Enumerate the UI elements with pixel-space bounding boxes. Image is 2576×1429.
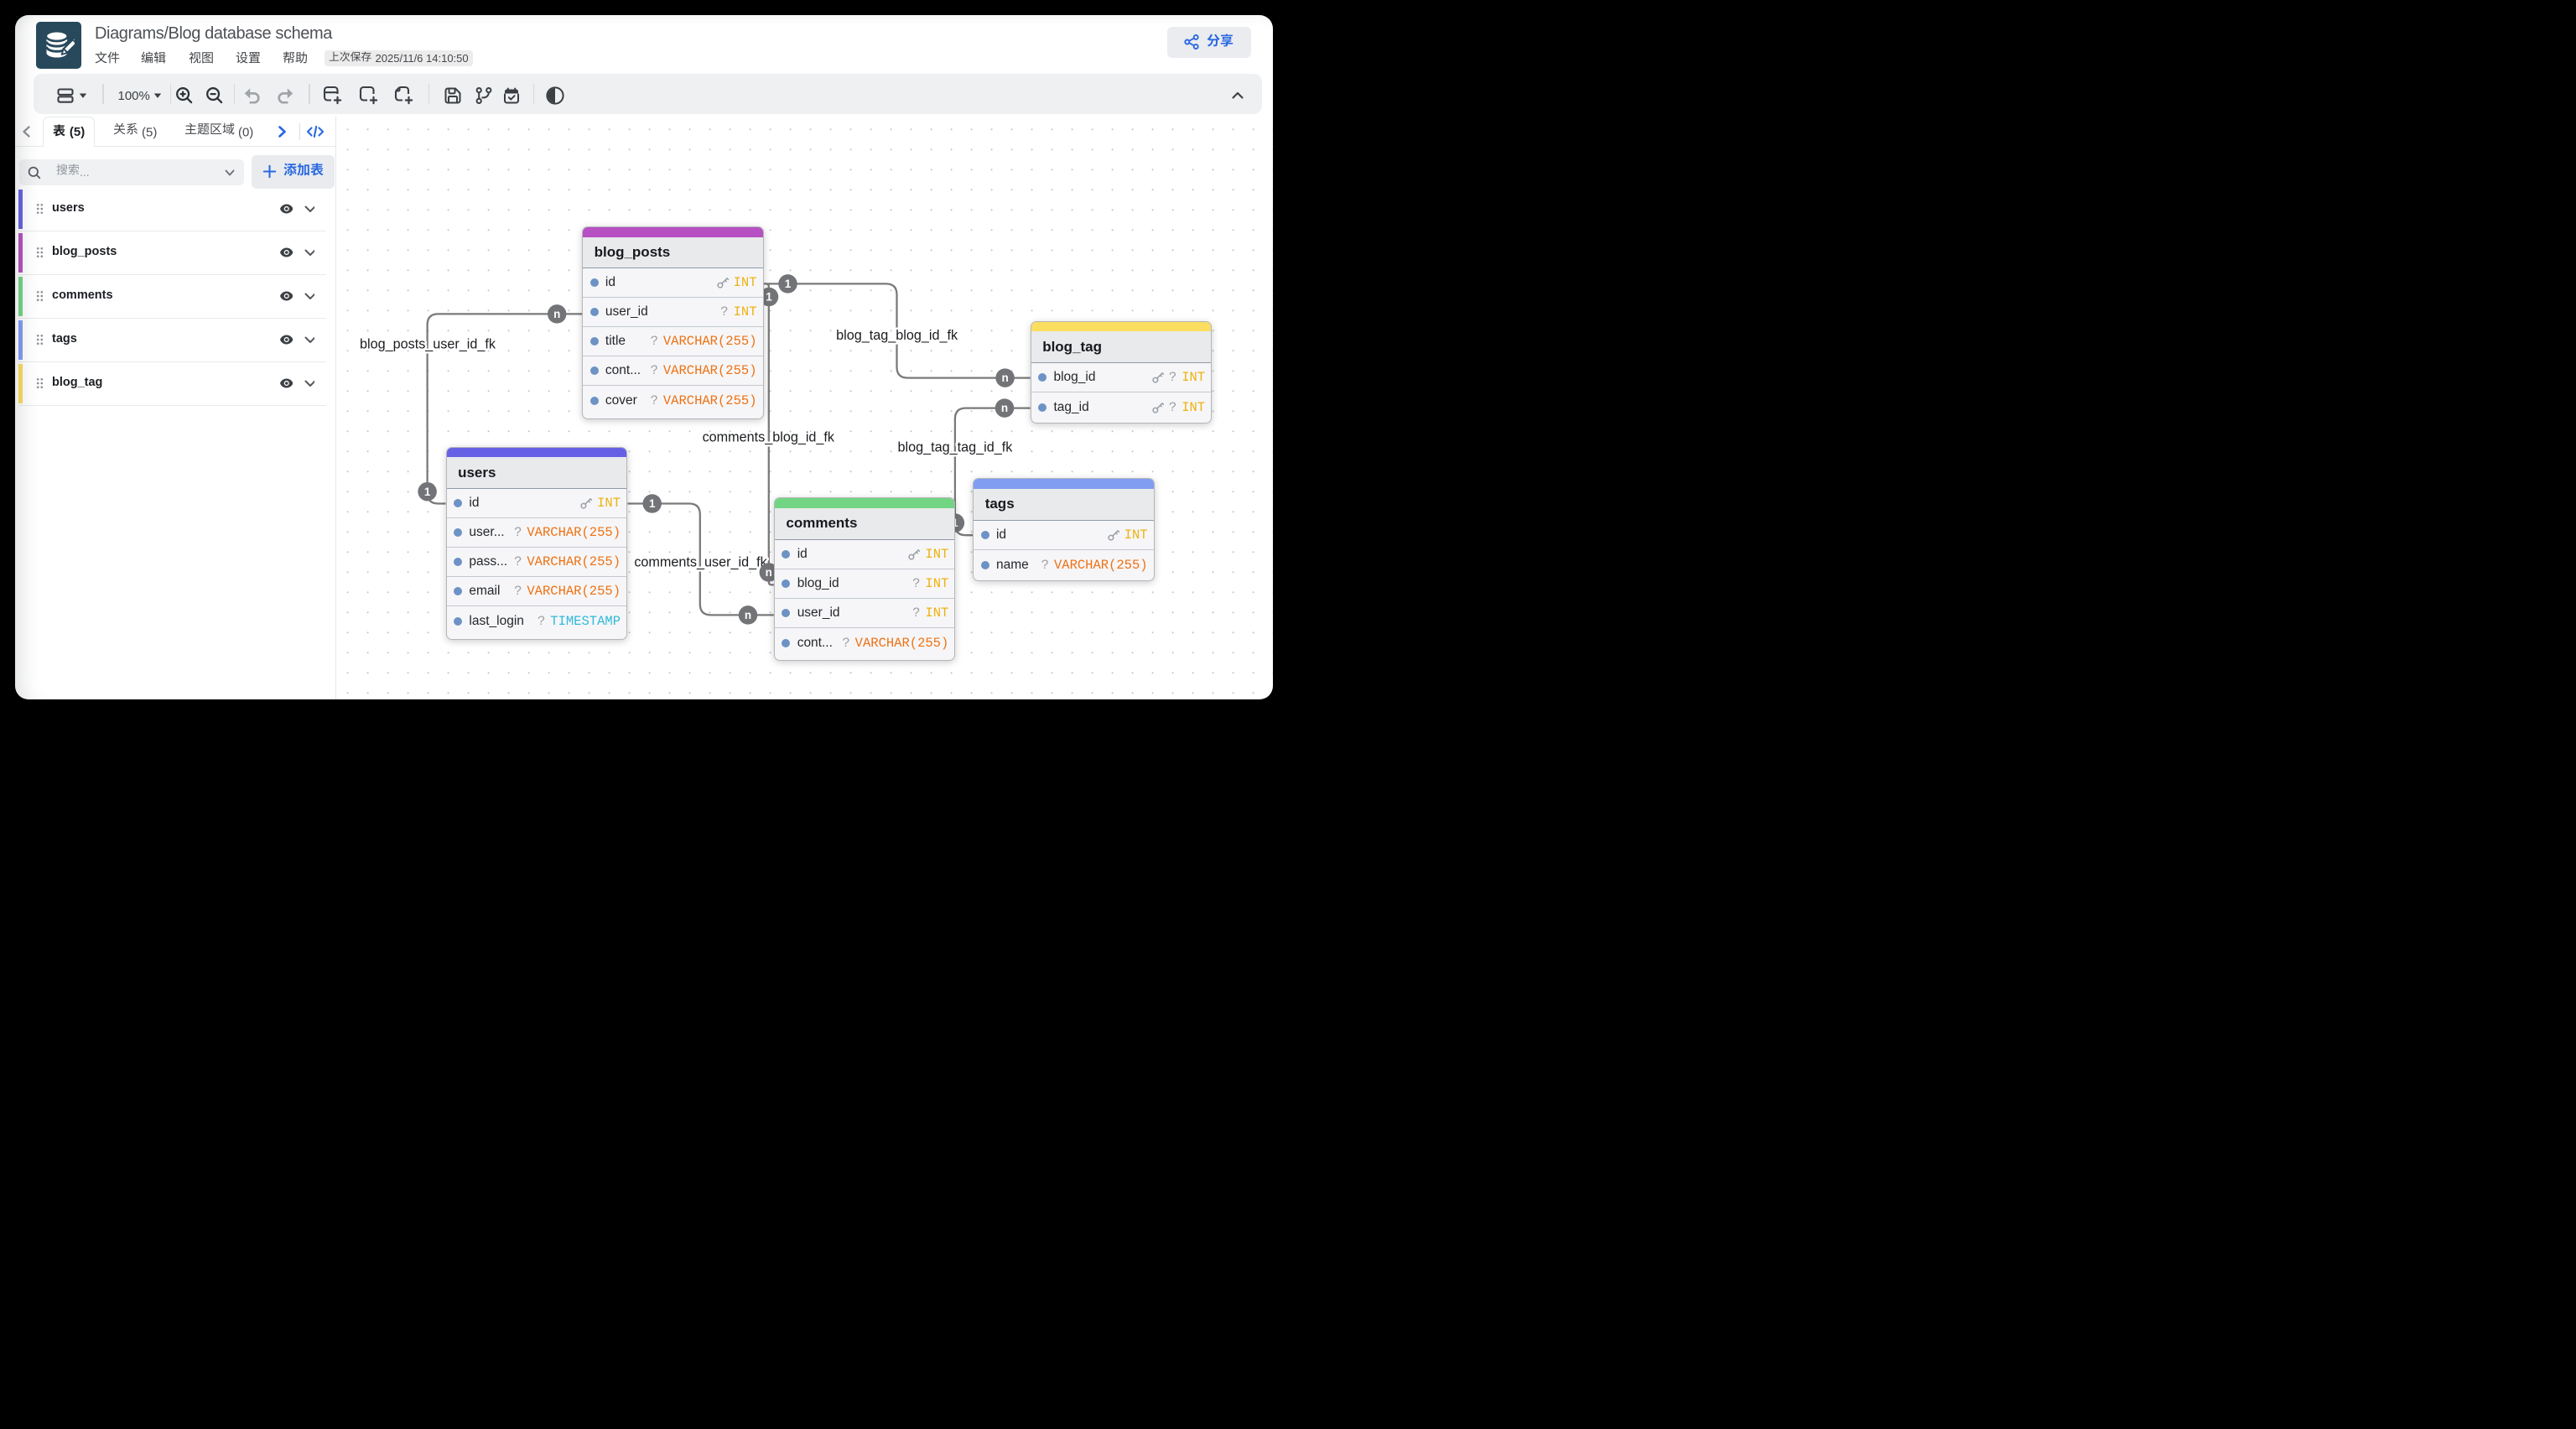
svg-text:1: 1 (785, 278, 792, 290)
svg-text:blog_posts_user_id_fk: blog_posts_user_id_fk (360, 337, 496, 352)
svg-text:1: 1 (766, 291, 772, 304)
svg-text:1: 1 (424, 486, 431, 498)
svg-text:blog_tag_tag_id_fk: blog_tag_tag_id_fk (897, 440, 1013, 455)
svg-text:n: n (1001, 372, 1008, 384)
svg-text:blog_tag_blog_id_fk: blog_tag_blog_id_fk (836, 328, 958, 343)
svg-text:n: n (745, 609, 751, 621)
svg-text:n: n (766, 566, 772, 579)
svg-text:n: n (1001, 402, 1008, 414)
svg-text:comments_blog_id_fk: comments_blog_id_fk (703, 430, 835, 445)
svg-text:n: n (553, 308, 560, 320)
svg-text:1: 1 (649, 497, 656, 510)
svg-text:comments_user_id_fk: comments_user_id_fk (634, 555, 767, 570)
